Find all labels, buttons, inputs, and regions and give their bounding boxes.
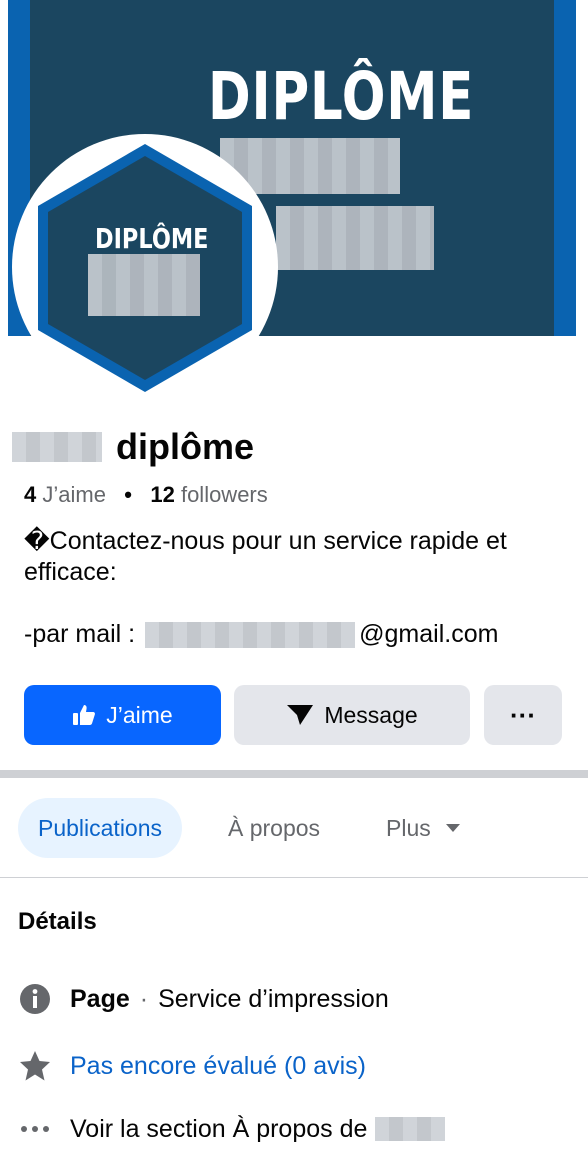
bio-mail: -par mail : @gmail.com — [24, 620, 498, 649]
page-name: diplôme — [12, 425, 254, 469]
likes-label[interactable]: J’aime — [42, 482, 106, 507]
tab-publications[interactable]: Publications — [18, 798, 183, 858]
detail-separator: · — [139, 984, 149, 1013]
detail-about-text[interactable]: Voir la section À propos de — [70, 1115, 367, 1144]
chevron-down-icon — [445, 824, 460, 832]
detail-about-link[interactable]: Voir la section À propos de — [18, 1112, 446, 1146]
details-heading: Détails — [18, 908, 97, 935]
info-icon — [18, 982, 52, 1016]
mail-prefix: -par mail : — [24, 620, 136, 648]
redacted-email — [145, 621, 356, 648]
followers-count: 12 — [150, 482, 175, 507]
avatar[interactable]: DIPLÔME — [20, 142, 270, 392]
redacted-name — [12, 432, 102, 462]
detail-page-category-text: Service d’impression — [158, 984, 389, 1013]
page-tabs: Publications À propos Plus — [0, 798, 588, 860]
detail-rating-link[interactable]: Pas encore évalué (0 avis) — [70, 1052, 366, 1081]
message-button[interactable]: Message — [234, 685, 470, 745]
bio-text: �Contactez-nous pour un service rapide e… — [24, 527, 507, 586]
stats-separator: • — [124, 482, 132, 507]
like-button[interactable]: J’aime — [24, 685, 221, 745]
avatar-title: DIPLÔME — [95, 222, 209, 255]
tab-publications-label: Publications — [38, 814, 163, 841]
more-icon: ··· — [510, 699, 536, 730]
star-icon — [18, 1049, 52, 1083]
page-name-text: diplôme — [116, 426, 255, 467]
message-button-label: Message — [324, 701, 418, 728]
dots-icon — [18, 1112, 52, 1146]
tab-more-label: Plus — [386, 814, 431, 841]
cover-redacted-text — [276, 206, 434, 270]
like-button-label: J’aime — [106, 701, 173, 728]
tab-more[interactable]: Plus — [386, 798, 461, 858]
likes-count: 4 — [24, 482, 37, 507]
cover-title: DIPLÔME — [208, 58, 475, 135]
mail-suffix: @gmail.com — [359, 620, 499, 648]
tab-about[interactable]: À propos — [228, 798, 320, 858]
messenger-icon — [287, 705, 314, 725]
detail-page-category: Page · Service d’impression — [18, 982, 389, 1016]
page-stats: 4 J’aime • 12 followers — [24, 482, 268, 508]
section-divider — [0, 770, 588, 778]
thumbs-up-icon — [73, 705, 96, 725]
tabs-divider — [0, 877, 588, 878]
detail-page-label: Page — [70, 984, 130, 1013]
more-button[interactable]: ··· — [484, 685, 562, 745]
avatar-redacted-text — [88, 254, 200, 316]
followers-label[interactable]: followers — [181, 482, 268, 507]
detail-rating[interactable]: Pas encore évalué (0 avis) — [18, 1049, 366, 1083]
tab-about-label: À propos — [228, 814, 321, 841]
redacted-page-name — [375, 1117, 446, 1141]
